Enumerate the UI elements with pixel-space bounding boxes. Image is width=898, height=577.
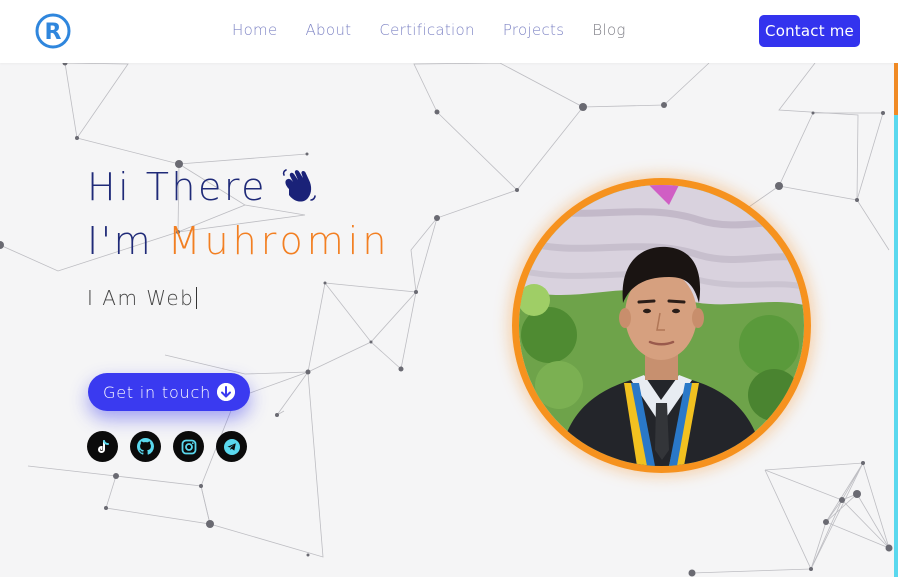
scrollbar-thumb[interactable] [894,63,898,115]
nav-link-home[interactable]: Home [232,19,278,41]
social-links [87,431,259,462]
arrow-down-icon [217,383,235,401]
tiktok-icon [97,439,109,453]
name-line: I'm Muhromin [87,214,390,268]
telegram-icon [223,438,240,455]
telegram-link[interactable] [216,431,247,462]
nav-link-about[interactable]: About [306,19,352,41]
nav-menu: Home About Certification Projects Blog [232,19,654,41]
get-in-touch-label: Get in touch [103,382,212,402]
typing-cursor [196,287,198,309]
scrollbar-track[interactable] [894,63,898,577]
typed-text: I Am Web [87,286,195,310]
github-link[interactable] [130,431,161,462]
name-highlight: Muhromin [167,219,391,263]
portrait-image [519,185,804,466]
contact-button[interactable]: Contact me [759,15,860,47]
nav-link-blog[interactable]: Blog [592,19,625,41]
tiktok-link[interactable] [87,431,118,462]
navbar: R Home About Certification Projects Blog… [0,0,898,63]
logo-letter: R [45,20,62,45]
get-in-touch-button[interactable]: Get in touch [88,373,250,411]
profile-photo [512,178,811,473]
typewriter-line: I Am Web [87,286,390,310]
nav-link-certification[interactable]: Certification [379,19,474,41]
logo-icon[interactable]: R [34,12,72,50]
github-icon [137,438,154,455]
instagram-link[interactable] [173,431,204,462]
hero-intro: Hi There I'm Muhromin I Am Web [87,160,390,310]
greeting-text: Hi There [87,165,268,209]
waving-hand-icon [282,169,316,202]
name-prefix: I'm [87,219,154,263]
nav-link-projects[interactable]: Projects [503,19,565,41]
instagram-icon [181,439,196,454]
profile-photo-frame [512,178,811,473]
greeting-line: Hi There [87,160,390,214]
